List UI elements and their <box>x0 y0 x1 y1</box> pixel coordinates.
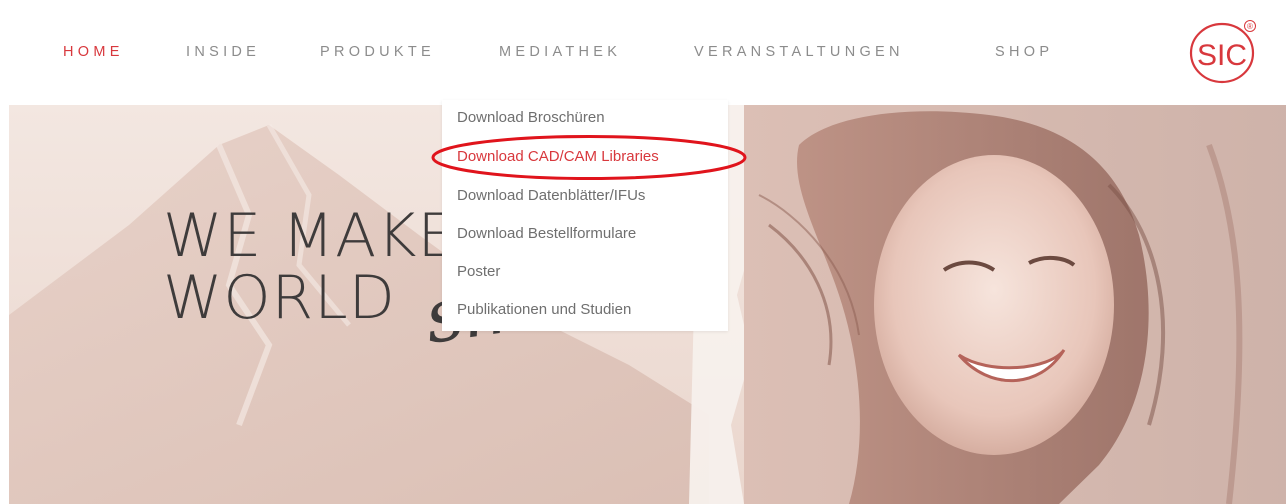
nav-produkte[interactable]: PRODUKTE <box>320 43 435 61</box>
sic-logo[interactable]: SIC ® <box>1186 18 1260 84</box>
nav-home[interactable]: HOME <box>63 43 124 61</box>
nav-mediathek[interactable]: MEDIATHEK <box>499 43 621 61</box>
nav-shop[interactable]: SHOP <box>995 43 1053 61</box>
mediathek-dropdown-menu: Download Broschüren Download CAD/CAM Lib… <box>442 100 728 331</box>
top-navigation: HOME INSIDE PRODUKTE MEDIATHEK VERANSTAL… <box>0 0 1286 105</box>
nav-inside[interactable]: INSIDE <box>186 43 260 61</box>
menu-item-poster[interactable]: Poster <box>457 262 500 282</box>
nav-veranstaltungen[interactable]: VERANSTALTUNGEN <box>694 43 904 61</box>
menu-item-download-broschueren[interactable]: Download Broschüren <box>457 108 605 128</box>
menu-item-publikationen-und-studien[interactable]: Publikationen und Studien <box>457 300 631 320</box>
menu-item-download-cad-cam-libraries[interactable]: Download CAD/CAM Libraries <box>457 147 659 167</box>
page: WE MAKE THE WORLD smile HOME INSIDE PROD… <box>0 0 1286 504</box>
menu-item-download-datenblaetter[interactable]: Download Datenblätter/IFUs <box>457 186 645 206</box>
menu-item-download-bestellformulare[interactable]: Download Bestellformulare <box>457 224 636 244</box>
logo-text: SIC <box>1197 39 1247 72</box>
registered-mark: ® <box>1247 22 1253 31</box>
sic-logo-icon: SIC ® <box>1189 20 1256 84</box>
